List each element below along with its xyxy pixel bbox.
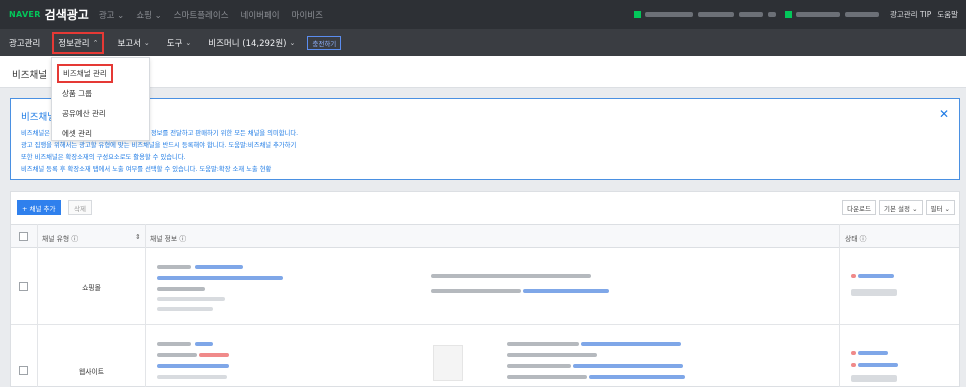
redacted-link[interactable] [157, 364, 229, 368]
page-title: 비즈채널 [12, 70, 47, 81]
account-area: 광고관리 TIP 도움말 [633, 0, 958, 29]
menu-item-bizchannel[interactable]: 비즈채널 관리 [57, 64, 113, 83]
status-icon [851, 363, 856, 367]
top-link-smartplace[interactable]: 스마트플레이스 [174, 9, 229, 21]
top-link-shopping[interactable]: 쇼핑 ⌄ [136, 9, 161, 21]
table-row: 쇼핑몰 [11, 248, 959, 325]
chevron-up-icon: ⌃ [92, 38, 99, 47]
redacted-text [199, 353, 229, 357]
nav-report[interactable]: 보고서 ⌄ [117, 37, 149, 49]
info-line: 또한 비즈채널은 확장소재의 구성요소로도 활용할 수 있습니다. [21, 154, 186, 161]
logo-brand: 검색광고 [44, 8, 89, 22]
channel-type: 쇼핑몰 [82, 284, 101, 292]
status-icon [851, 274, 856, 278]
redacted-text [157, 265, 191, 269]
row-checkbox[interactable] [19, 366, 28, 375]
close-icon[interactable]: ✕ [939, 107, 949, 121]
redacted-status [858, 363, 898, 367]
top-link-naverpay[interactable]: 네이버페이 [241, 9, 280, 21]
top-link-ad[interactable]: 광고 ⌄ [99, 9, 124, 21]
redacted-status [851, 289, 897, 296]
table-row: 웹사이트 [11, 325, 959, 387]
row-checkbox[interactable] [19, 282, 28, 291]
charge-button[interactable]: 충전하기 [307, 35, 342, 50]
header-channel-info: 채널 정보 ⓘ [150, 235, 187, 243]
redacted-account [738, 12, 763, 17]
chevron-down-icon: ⌄ [185, 38, 192, 47]
redacted-link[interactable] [589, 375, 685, 379]
redacted-text [157, 297, 225, 301]
redacted-account [644, 12, 693, 17]
status-icon [633, 11, 641, 18]
redacted-text [157, 375, 227, 379]
toolbar-right: 다운로드 기본 설정 ⌄ 필터 ⌄ [839, 200, 955, 215]
logo-naver: NAVER [9, 10, 41, 19]
redacted-link[interactable] [195, 265, 243, 269]
redacted-account [844, 12, 879, 17]
info-line: 비즈채널 등록 후 확장소재 탭에서 노출 여부를 선택할 수 있습니다. 도움… [21, 166, 272, 173]
table-toolbar: + 채널 추가 삭제 다운로드 기본 설정 ⌄ 필터 ⌄ [11, 192, 959, 222]
top-links: 광고 ⌄ 쇼핑 ⌄ 스마트플레이스 네이버페이 마이비즈 [99, 9, 335, 21]
redacted-link[interactable] [581, 342, 681, 346]
redacted-link[interactable] [195, 342, 213, 346]
redacted-link[interactable] [573, 364, 683, 368]
help-link[interactable]: 도움말 [937, 9, 958, 20]
logo[interactable]: NAVER 검색광고 [9, 6, 89, 23]
redacted-text [157, 342, 191, 346]
redacted-text [507, 353, 597, 357]
nav-label: 비즈머니 (14,292원) [208, 38, 287, 49]
nav-label: 광고관리 [9, 38, 41, 49]
redacted-text [157, 307, 213, 311]
redacted-link[interactable] [157, 276, 283, 280]
redacted-account [795, 12, 840, 17]
download-button[interactable]: 다운로드 [842, 200, 877, 215]
redacted-status [858, 274, 894, 278]
top-bar: NAVER 검색광고 광고 ⌄ 쇼핑 ⌄ 스마트플레이스 네이버페이 마이비즈 … [0, 0, 966, 29]
redacted-text [157, 287, 205, 291]
nav-info-manage[interactable]: 정보관리 ⌃ [52, 31, 105, 54]
nav-label: 정보관리 [58, 38, 90, 49]
delete-button[interactable]: 삭제 [68, 200, 92, 215]
nav-bizmoney[interactable]: 비즈머니 (14,292원) ⌄ [208, 37, 295, 49]
redacted-text [507, 364, 571, 368]
channel-type: 웹사이트 [78, 368, 104, 376]
chevron-down-icon: ⌄ [289, 38, 296, 47]
status-icon [784, 11, 792, 18]
info-box: 비즈채널 비즈채널은 웨이버 예약 등 잠재적 고객에게 상품 정보를 전달하고… [10, 98, 960, 180]
redacted-text [157, 353, 197, 357]
header-channel-type[interactable]: 채널 유형 ⓘ [42, 233, 78, 243]
top-link-mybiz[interactable]: 마이비즈 [292, 9, 323, 21]
sort-icon[interactable]: ⇕ [135, 233, 141, 241]
nav-label: 도구 [166, 38, 183, 49]
redacted-account [767, 12, 776, 17]
settings-dropdown[interactable]: 기본 설정 ⌄ [879, 200, 923, 215]
redacted-status [851, 375, 897, 382]
info-line: 광고 집행을 위해서는 광고할 유형에 맞는 비즈채널을 반드시 등록해야 합니… [21, 142, 297, 149]
nav-label: 보고서 [117, 38, 141, 49]
redacted-account [697, 12, 734, 17]
nav-ad-manage[interactable]: 광고관리 [9, 37, 40, 49]
main-nav: 광고관리 정보관리 ⌃ 보고서 ⌄ 도구 ⌄ 비즈머니 (14,292원) ⌄ … [0, 29, 966, 56]
redacted-link[interactable] [523, 289, 609, 293]
info-manage-dropdown: 비즈채널 관리 상품 그룹 공유예산 관리 에셋 관리 [51, 57, 150, 141]
channel-panel: + 채널 추가 삭제 다운로드 기본 설정 ⌄ 필터 ⌄ 채널 유형 ⓘ ⇕ 채… [10, 191, 960, 387]
redacted-text [507, 342, 579, 346]
menu-item-product-group[interactable]: 상품 그룹 [62, 88, 92, 99]
nav-tools[interactable]: 도구 ⌄ [167, 37, 192, 49]
status-icon [851, 351, 856, 355]
menu-item-asset[interactable]: 에셋 관리 [62, 128, 92, 139]
select-all-checkbox[interactable] [19, 232, 28, 241]
redacted-text [507, 375, 587, 379]
table-header: 채널 유형 ⓘ ⇕ 채널 정보 ⓘ 상태 ⓘ [11, 224, 959, 248]
ad-tip-link[interactable]: 광고관리 TIP [890, 9, 931, 20]
menu-item-shared-budget[interactable]: 공유예산 관리 [62, 108, 106, 119]
redacted-text [431, 289, 521, 293]
redacted-text [431, 274, 591, 278]
chevron-down-icon: ⌄ [143, 38, 150, 47]
redacted-status [858, 351, 888, 355]
add-channel-button[interactable]: + 채널 추가 [17, 200, 61, 215]
filter-dropdown[interactable]: 필터 ⌄ [925, 200, 955, 215]
header-status: 상태 ⓘ [845, 235, 867, 243]
site-thumbnail [433, 345, 463, 381]
